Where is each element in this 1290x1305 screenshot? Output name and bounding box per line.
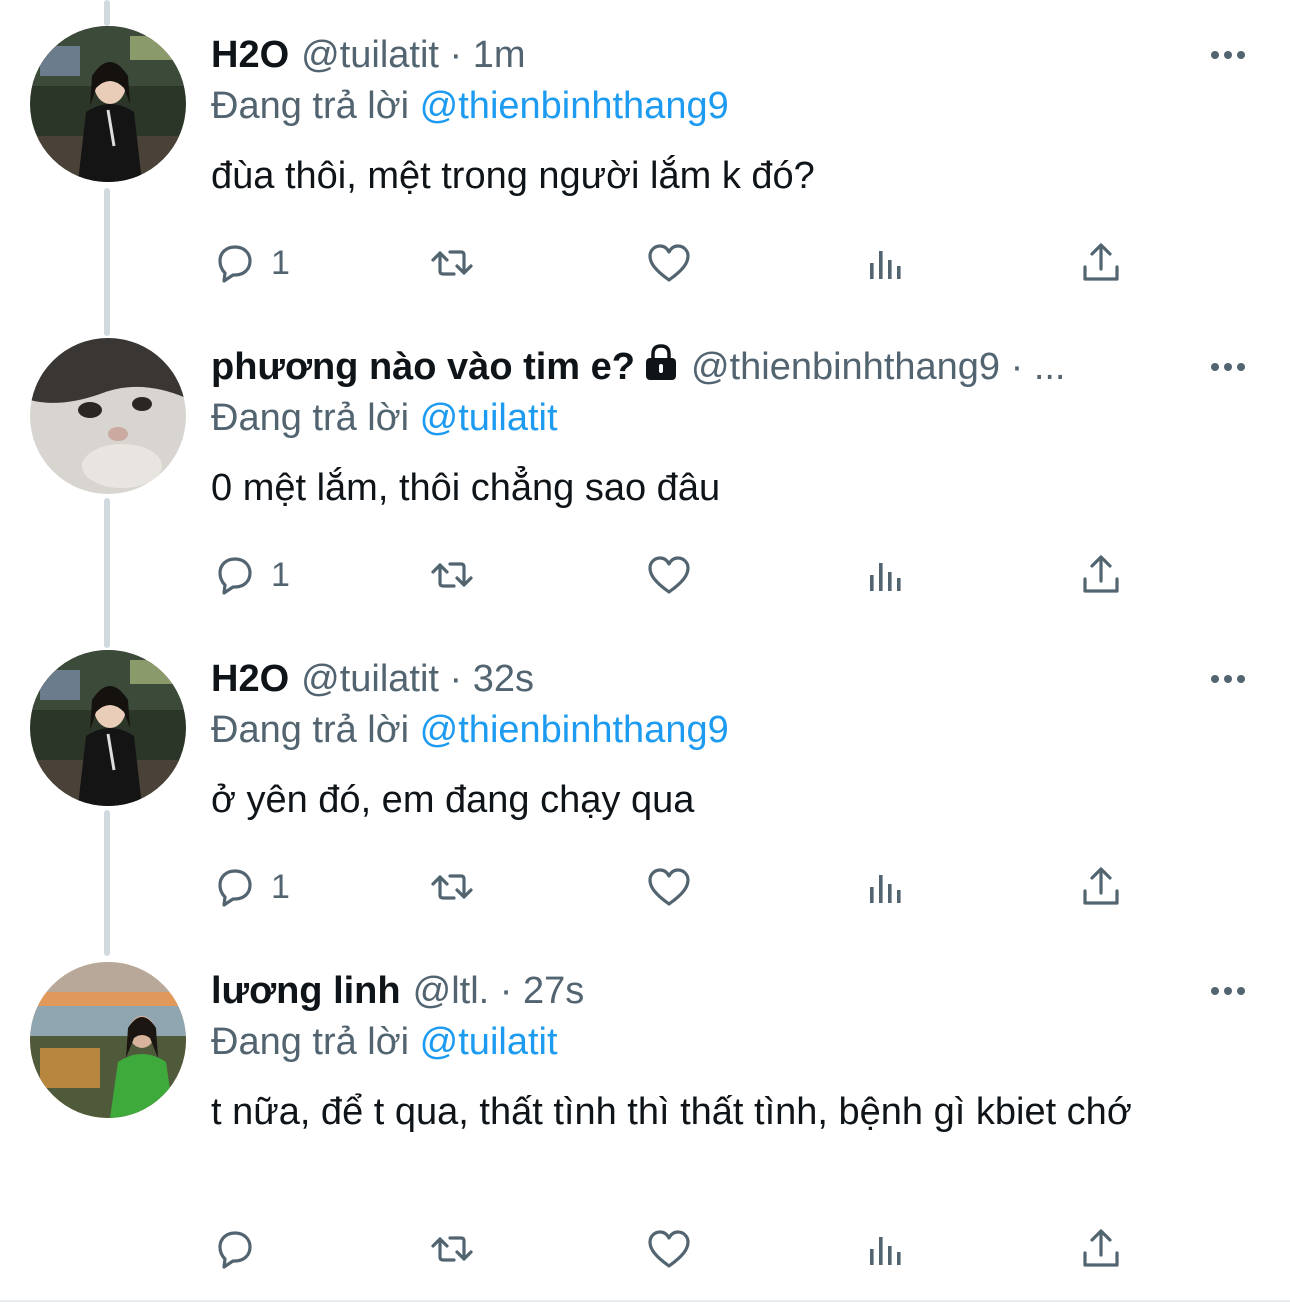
share-button[interactable]	[1077, 862, 1125, 912]
handle-time[interactable]: @tuilatit · 1m	[301, 34, 525, 76]
lock-icon	[646, 344, 676, 380]
tweet-text: ở yên đó, em đang chạy qua	[211, 779, 695, 821]
heart-icon	[648, 868, 690, 906]
reply-button[interactable]: 1	[211, 550, 290, 600]
views-bar-chart-icon	[870, 875, 901, 903]
views-button[interactable]	[862, 550, 910, 600]
share-upload-icon	[1083, 555, 1119, 593]
reply-count: 1	[271, 867, 290, 906]
reply-context: Đang trả lời @tuilatit	[211, 394, 558, 442]
share-upload-icon	[1083, 243, 1119, 281]
tweet-text: t nữa, để t qua, thất tình thì thất tình…	[211, 1091, 1132, 1133]
like-button[interactable]	[645, 550, 693, 600]
display-name[interactable]: phương nào vào tim e?	[211, 346, 635, 388]
reply-count: 1	[271, 243, 290, 282]
reply-button[interactable]: 1	[211, 862, 290, 912]
display-name[interactable]: H2O	[211, 658, 289, 700]
reply-context: Đang trả lời @tuilatit	[211, 1018, 558, 1066]
portrait-avatar-icon	[30, 26, 186, 182]
reply-prefix: Đang trả lời	[211, 709, 410, 751]
display-name[interactable]: H2O	[211, 34, 289, 76]
more-dots-icon[interactable]	[1208, 352, 1248, 382]
share-button[interactable]	[1077, 550, 1125, 600]
avatar[interactable]	[30, 26, 186, 182]
reply-bubble-icon	[218, 1231, 252, 1269]
retweet-button[interactable]	[428, 238, 476, 288]
portrait-avatar-icon	[30, 962, 186, 1118]
retweet-icon	[431, 562, 473, 588]
tweet-text: đùa thôi, mệt trong người lắm k đó?	[211, 155, 815, 197]
more-dots-icon[interactable]	[1208, 976, 1248, 1006]
views-button[interactable]	[862, 238, 910, 288]
cat-avatar-icon	[30, 338, 186, 494]
avatar[interactable]	[30, 650, 186, 806]
tweet-text: 0 mệt lắm, thôi chẳng sao đâu	[211, 467, 721, 509]
tweet-header: phương nào vào tim e? @thienbinhthang9 ·…	[211, 342, 1181, 392]
views-button[interactable]	[862, 1224, 910, 1274]
handle-time[interactable]: @ltl. · 27s	[413, 970, 585, 1012]
views-bar-chart-icon	[870, 1237, 901, 1265]
reply-button[interactable]	[211, 1224, 271, 1274]
retweet-button[interactable]	[428, 550, 476, 600]
reply-mention-link[interactable]: @thienbinhthang9	[420, 85, 729, 127]
views-bar-chart-icon	[870, 251, 901, 279]
reply-mention-link[interactable]: @tuilatit	[420, 1021, 558, 1063]
action-bar	[211, 1224, 1211, 1274]
more-dots-icon[interactable]	[1208, 664, 1248, 694]
reply-context: Đang trả lời @thienbinhthang9	[211, 706, 729, 754]
retweet-icon	[431, 250, 473, 276]
retweet-button[interactable]	[428, 1224, 476, 1274]
action-bar: 1	[211, 550, 1211, 600]
handle-time[interactable]: @tuilatit · 32s	[301, 658, 534, 700]
reply-bubble-icon	[218, 869, 252, 907]
thread-line	[104, 0, 110, 26]
avatar[interactable]	[30, 962, 186, 1118]
retweet-icon	[431, 1236, 473, 1262]
reply-prefix: Đang trả lời	[211, 85, 410, 127]
divider	[0, 1300, 1290, 1302]
reply-prefix: Đang trả lời	[211, 397, 410, 439]
views-button[interactable]	[862, 862, 910, 912]
share-button[interactable]	[1077, 1224, 1125, 1274]
share-button[interactable]	[1077, 238, 1125, 288]
heart-icon	[648, 556, 690, 594]
share-upload-icon	[1083, 1229, 1119, 1267]
portrait-avatar-icon	[30, 650, 186, 806]
reply-button[interactable]: 1	[211, 238, 290, 288]
reply-count: 1	[271, 555, 290, 594]
thread-line	[104, 498, 110, 648]
retweet-icon	[431, 874, 473, 900]
display-name[interactable]: lương linh	[211, 970, 401, 1012]
share-upload-icon	[1083, 867, 1119, 905]
heart-icon	[648, 1230, 690, 1268]
retweet-button[interactable]	[428, 862, 476, 912]
avatar[interactable]	[30, 338, 186, 494]
reply-mention-link[interactable]: @thienbinhthang9	[420, 709, 729, 751]
reply-mention-link[interactable]: @tuilatit	[420, 397, 558, 439]
like-button[interactable]	[645, 862, 693, 912]
thread-line	[104, 188, 110, 336]
action-bar: 1	[211, 862, 1211, 912]
views-bar-chart-icon	[870, 563, 901, 591]
action-bar: 1	[211, 238, 1211, 288]
thread-line	[104, 810, 110, 956]
tweet-header: H2O @tuilatit · 32s	[211, 654, 1181, 704]
tweet-header: H2O @tuilatit · 1m	[211, 30, 1181, 80]
like-button[interactable]	[645, 238, 693, 288]
reply-context: Đang trả lời @thienbinhthang9	[211, 82, 729, 130]
more-dots-icon[interactable]	[1208, 40, 1248, 70]
reply-bubble-icon	[218, 245, 252, 283]
tweet-header: lương linh @ltl. · 27s	[211, 966, 1181, 1016]
handle-time[interactable]: @thienbinhthang9 · ...	[691, 346, 1066, 388]
reply-prefix: Đang trả lời	[211, 1021, 410, 1063]
like-button[interactable]	[645, 1224, 693, 1274]
reply-bubble-icon	[218, 557, 252, 595]
heart-icon	[648, 244, 690, 282]
